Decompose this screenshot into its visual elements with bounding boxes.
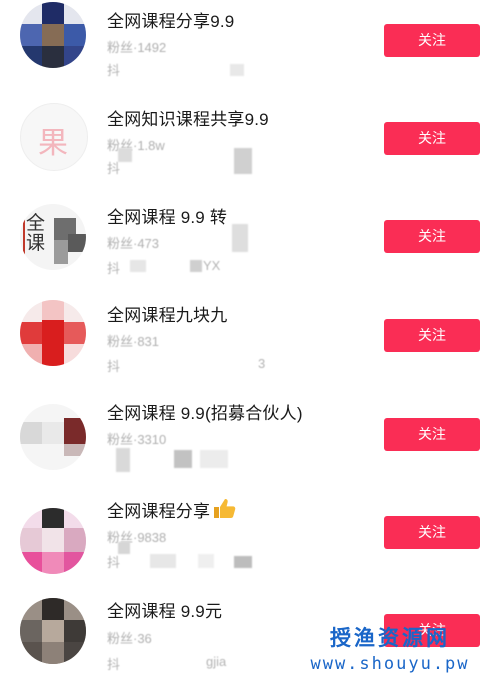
redacted-block bbox=[150, 554, 176, 568]
redacted-block bbox=[116, 448, 130, 472]
account-name[interactable]: 全网课程分享 bbox=[107, 497, 236, 524]
redacted-block bbox=[198, 554, 214, 568]
list-item[interactable]: 全网课程分享 粉丝·9838 抖 关注 bbox=[0, 490, 500, 588]
redacted-block bbox=[174, 450, 192, 468]
follow-button[interactable]: 关注 bbox=[384, 418, 480, 451]
redacted-block bbox=[200, 450, 228, 468]
account-id-tail: gjia bbox=[206, 654, 227, 669]
watermark-title: 授渔资源网 bbox=[330, 627, 450, 650]
account-name[interactable]: 全网课程九块九 bbox=[107, 301, 227, 326]
account-name[interactable]: 全网课程分享9.9 bbox=[107, 7, 234, 32]
fans-count: 粉丝·9838 bbox=[107, 530, 167, 545]
account-name-text: 全网课程分享 bbox=[107, 502, 211, 521]
avatar[interactable] bbox=[20, 598, 86, 664]
account-id: 抖 bbox=[107, 359, 121, 374]
list-item[interactable]: 全网课程分享9.9 粉丝·1492 抖 关注 bbox=[0, 0, 500, 98]
redacted-block bbox=[130, 260, 146, 272]
list-item[interactable]: 全课 全网课程 9.9 转 粉丝·473 抖 YX 关注 bbox=[0, 196, 500, 294]
avatar[interactable]: 全课 bbox=[20, 204, 86, 270]
watermark-url: www.shouyu.pw bbox=[310, 654, 470, 674]
follow-button[interactable]: 关注 bbox=[384, 516, 480, 549]
fans-count: 粉丝·1.8w bbox=[107, 138, 165, 153]
redacted-block bbox=[234, 148, 252, 174]
avatar[interactable] bbox=[20, 300, 86, 366]
account-name[interactable]: 全网知识课程共享9.9 bbox=[107, 105, 269, 130]
account-id: 抖 bbox=[107, 261, 121, 276]
redacted-block bbox=[232, 224, 248, 252]
site-watermark: 授渔资源网 www.shouyu.pw bbox=[290, 622, 490, 674]
follow-button[interactable]: 关注 bbox=[384, 24, 480, 57]
fans-count: 粉丝·473 bbox=[107, 236, 160, 251]
follow-button[interactable]: 关注 bbox=[384, 220, 480, 253]
account-id: 抖 bbox=[107, 657, 121, 672]
follow-button[interactable]: 关注 bbox=[384, 319, 480, 352]
avatar[interactable] bbox=[20, 508, 86, 574]
avatar[interactable]: 果 bbox=[20, 103, 88, 171]
account-id: 抖 bbox=[107, 555, 121, 570]
list-item[interactable]: 全网课程九块九 粉丝·831 抖 3 关注 bbox=[0, 294, 500, 392]
redacted-block bbox=[230, 64, 244, 76]
thumbs-up-icon bbox=[212, 497, 236, 524]
redacted-block bbox=[118, 542, 130, 554]
fans-count: 粉丝·1492 bbox=[107, 40, 167, 55]
fans-count: 粉丝·831 bbox=[107, 334, 160, 349]
avatar[interactable] bbox=[20, 2, 86, 68]
follow-button[interactable]: 关注 bbox=[384, 122, 480, 155]
account-name[interactable]: 全网课程 9.9元 bbox=[107, 597, 222, 622]
redacted-block bbox=[190, 260, 202, 272]
account-name[interactable]: 全网课程 9.9 转 bbox=[107, 203, 227, 228]
list-item[interactable]: 果 全网知识课程共享9.9 粉丝·1.8w 抖 关注 bbox=[0, 98, 500, 196]
avatar[interactable] bbox=[20, 404, 86, 470]
account-id: 抖 bbox=[107, 63, 121, 78]
account-id-tail: YX bbox=[203, 258, 221, 273]
account-list: 全网课程分享9.9 粉丝·1492 抖 关注 果 全网知识课程共享9.9 粉丝·… bbox=[0, 0, 500, 684]
account-name[interactable]: 全网课程 9.9(招募合伙人) bbox=[107, 399, 303, 424]
fans-count: 粉丝·3310 bbox=[107, 432, 167, 447]
redacted-block bbox=[118, 148, 132, 162]
redacted-block bbox=[234, 556, 252, 568]
account-id-tail: 3 bbox=[258, 356, 266, 371]
fans-count: 粉丝·36 bbox=[107, 631, 152, 646]
list-item[interactable]: 全网课程 9.9(招募合伙人) 粉丝·3310 关注 bbox=[0, 392, 500, 490]
